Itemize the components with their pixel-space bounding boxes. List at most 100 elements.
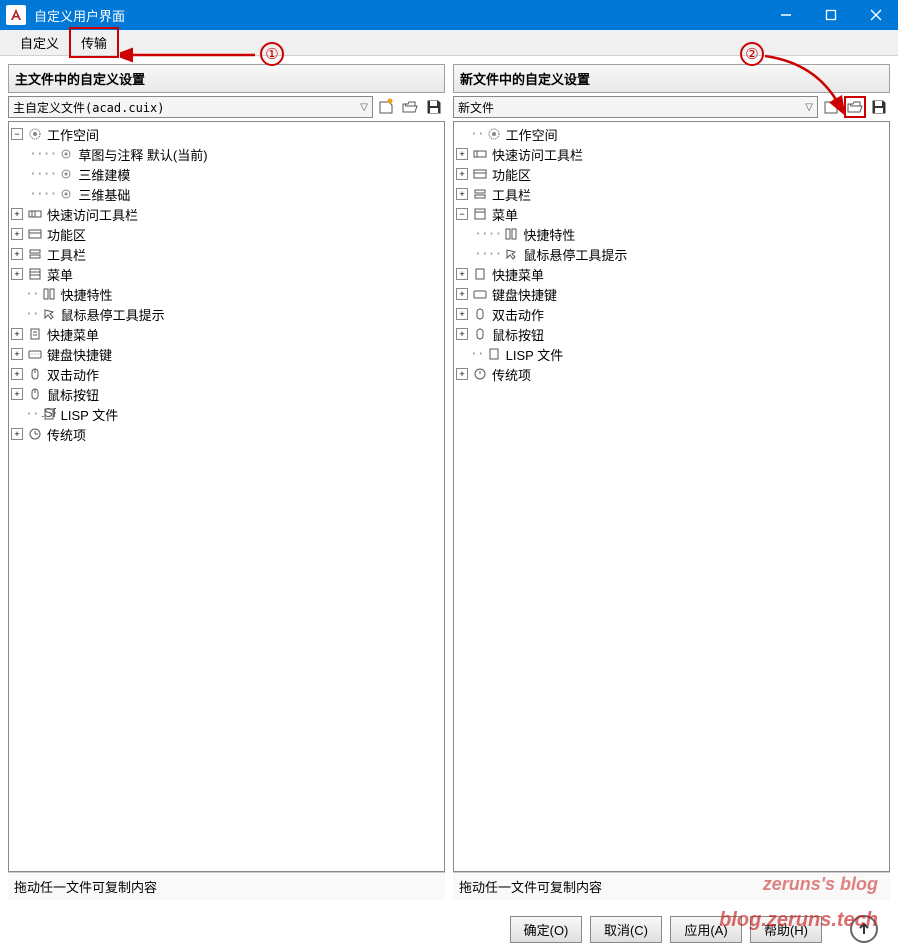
right-tree[interactable]: ··工作空间 +快速访问工具栏 +功能区 +工具栏 −菜单 ····快捷特性 ·… (453, 121, 890, 872)
expand-icon[interactable]: + (11, 208, 23, 220)
tree-node-hover-tip[interactable]: ··鼠标悬停工具提示 (11, 304, 442, 324)
context-menu-icon (27, 326, 43, 342)
tree-node-toolbar[interactable]: +工具栏 (456, 184, 887, 204)
tree-node-quick-access[interactable]: +快速访问工具栏 (11, 204, 442, 224)
collapse-icon[interactable]: − (456, 208, 468, 220)
tab-customize[interactable]: 自定义 (10, 29, 69, 56)
properties-icon (503, 226, 519, 242)
save-icon[interactable] (868, 96, 890, 118)
open-folder-icon[interactable] (399, 96, 421, 118)
tree-node-dblclick[interactable]: +双击动作 (456, 304, 887, 324)
chevron-down-icon: ▽ (805, 102, 813, 113)
tree-node-quick-props[interactable]: ····快捷特性 (474, 224, 887, 244)
tree-node-lisp[interactable]: ··LSPLISP 文件 (11, 404, 442, 424)
cursor-icon (503, 246, 519, 262)
gear-icon (58, 186, 74, 202)
left-tree[interactable]: − 工作空间 ····草图与注释 默认(当前) ····三维建模 ····三维基… (8, 121, 445, 872)
tab-transfer[interactable]: 传输 (69, 27, 119, 58)
new-file-icon[interactable] (820, 96, 842, 118)
tree-node-ribbon[interactable]: +功能区 (11, 224, 442, 244)
right-file-dropdown[interactable]: 新文件 ▽ (453, 96, 818, 118)
toolbar-icon (27, 246, 43, 262)
mouse-icon (27, 366, 43, 382)
right-toolbar: 新文件 ▽ (453, 93, 890, 121)
tree-node-keyboard[interactable]: +键盘快捷键 (11, 344, 442, 364)
left-toolbar: 主自定义文件(acad.cuix) ▽ (8, 93, 445, 121)
app-icon (6, 5, 26, 25)
tree-node-menu[interactable]: −菜单 (456, 204, 887, 224)
context-menu-icon (472, 266, 488, 282)
keyboard-icon (472, 286, 488, 302)
tree-node-keyboard[interactable]: +键盘快捷键 (456, 284, 887, 304)
expand-icon[interactable]: + (11, 428, 23, 440)
expand-icon[interactable]: + (11, 388, 23, 400)
expand-icon[interactable]: + (456, 308, 468, 320)
left-file-dropdown[interactable]: 主自定义文件(acad.cuix) ▽ (8, 96, 373, 118)
mouse-icon (472, 306, 488, 322)
expand-icon[interactable]: + (11, 368, 23, 380)
ok-button[interactable]: 确定(O) (510, 916, 582, 943)
save-icon[interactable] (423, 96, 445, 118)
tree-node-lisp[interactable]: ··LISP 文件 (456, 344, 887, 364)
clock-icon (472, 366, 488, 382)
mouse-icon (27, 386, 43, 402)
expand-icon[interactable]: + (456, 368, 468, 380)
tree-node-shortcut-menu[interactable]: +快捷菜单 (456, 264, 887, 284)
tree-node-ws3[interactable]: ····三维基础 (29, 184, 442, 204)
expand-icon[interactable]: + (456, 328, 468, 340)
maximize-button[interactable] (808, 0, 853, 30)
tree-node-toolbar[interactable]: +工具栏 (11, 244, 442, 264)
tree-node-legacy[interactable]: +传统项 (11, 424, 442, 444)
gear-icon (58, 146, 74, 162)
tree-node-quick-props[interactable]: ··快捷特性 (11, 284, 442, 304)
left-panel: 主文件中的自定义设置 主自定义文件(acad.cuix) ▽ − 工作空间 ··… (8, 64, 445, 900)
window-controls (763, 0, 898, 30)
ribbon-icon (27, 226, 43, 242)
dropdown-text: 新文件 (458, 99, 805, 116)
tree-node-ribbon[interactable]: +功能区 (456, 164, 887, 184)
new-file-icon[interactable] (375, 96, 397, 118)
tree-node-quick-access[interactable]: +快速访问工具栏 (456, 144, 887, 164)
close-button[interactable] (853, 0, 898, 30)
left-panel-header: 主文件中的自定义设置 (8, 64, 445, 93)
tree-node-legacy[interactable]: +传统项 (456, 364, 887, 384)
tree-node-shortcut-menu[interactable]: +快捷菜单 (11, 324, 442, 344)
toolbar-icon (472, 186, 488, 202)
cancel-button[interactable]: 取消(C) (590, 916, 662, 943)
gear-icon (27, 126, 43, 142)
watermark-1: zeruns's blog (763, 874, 878, 895)
tree-node-ws1[interactable]: ····草图与注释 默认(当前) (29, 144, 442, 164)
collapse-icon[interactable]: − (11, 128, 23, 140)
expand-icon[interactable]: + (456, 188, 468, 200)
expand-icon[interactable]: + (456, 168, 468, 180)
expand-icon[interactable]: + (11, 268, 23, 280)
cursor-icon (41, 306, 57, 322)
open-folder-icon[interactable] (844, 96, 866, 118)
minimize-button[interactable] (763, 0, 808, 30)
toolbar-icon (472, 146, 488, 162)
tree-node-ws2[interactable]: ····三维建模 (29, 164, 442, 184)
expand-icon[interactable]: + (456, 148, 468, 160)
expand-icon[interactable]: + (11, 328, 23, 340)
tree-node-mouse-btn[interactable]: +鼠标按钮 (11, 384, 442, 404)
watermark-2: blog.zeruns.tech (719, 909, 878, 932)
menu-icon (27, 266, 43, 282)
tree-node-workspace[interactable]: ··工作空间 (456, 124, 887, 144)
tree-node-hover-tip[interactable]: ····鼠标悬停工具提示 (474, 244, 887, 264)
tree-node-menu[interactable]: +菜单 (11, 264, 442, 284)
expand-icon[interactable]: + (456, 268, 468, 280)
tree-node-mouse-btn[interactable]: +鼠标按钮 (456, 324, 887, 344)
file-icon: LSP (41, 406, 57, 422)
right-panel: 新文件中的自定义设置 新文件 ▽ ··工作空间 +快速访问工具栏 +功能区 +工… (453, 64, 890, 900)
gear-icon (58, 166, 74, 182)
clock-icon (27, 426, 43, 442)
tree-node-workspace[interactable]: − 工作空间 (11, 124, 442, 144)
expand-icon[interactable]: + (456, 288, 468, 300)
expand-icon[interactable]: + (11, 248, 23, 260)
content-area: 主文件中的自定义设置 主自定义文件(acad.cuix) ▽ − 工作空间 ··… (0, 56, 898, 908)
expand-icon[interactable]: + (11, 348, 23, 360)
properties-icon (41, 286, 57, 302)
expand-icon[interactable]: + (11, 228, 23, 240)
tree-node-dblclick[interactable]: +双击动作 (11, 364, 442, 384)
ribbon-icon (472, 166, 488, 182)
